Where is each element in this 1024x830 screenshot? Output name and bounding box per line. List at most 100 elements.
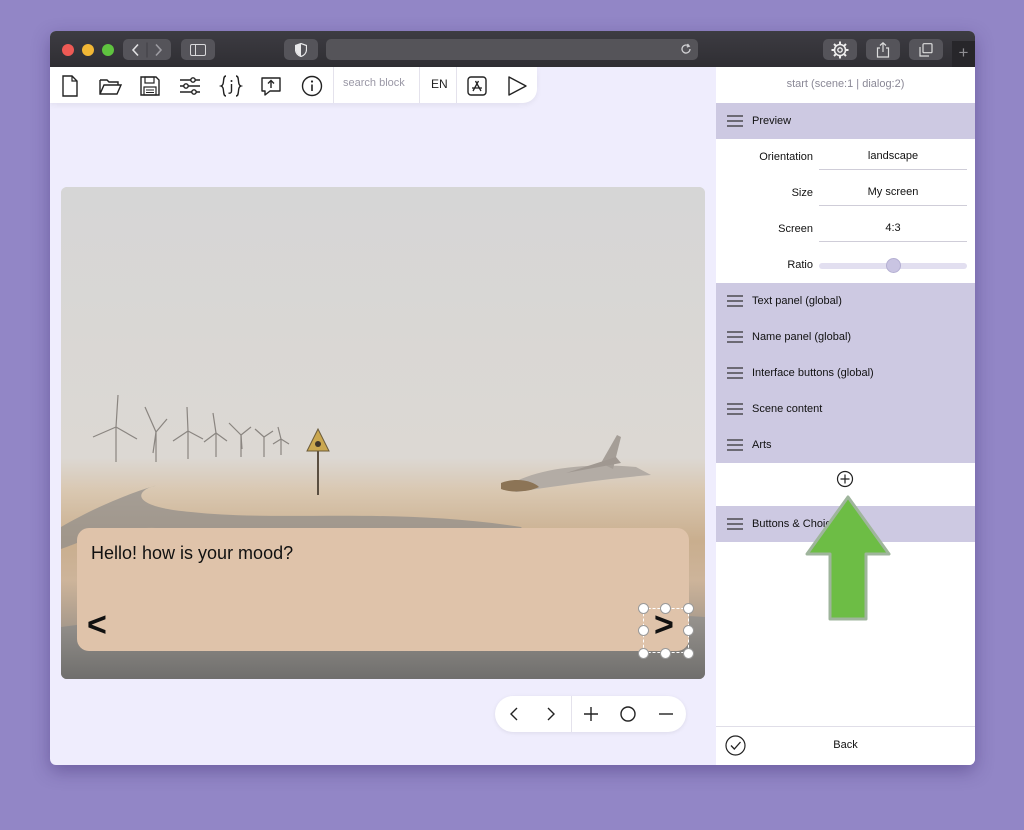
previous-button[interactable]: < — [87, 606, 107, 645]
section-text-panel[interactable]: Text panel (global) — [716, 283, 975, 319]
properties-panel: start (scene:1 | dialog:2) Preview Orien… — [716, 67, 975, 765]
zoom-in-icon[interactable] — [581, 704, 601, 724]
browser-window: + search block EN Hello! how is your moo… — [50, 31, 975, 765]
field-underline — [819, 241, 967, 242]
section-scene-content[interactable]: Scene content — [716, 391, 975, 427]
add-section-icon[interactable] — [836, 470, 854, 488]
menu-icon — [727, 367, 743, 379]
reload-icon[interactable] — [680, 43, 692, 55]
share-icon — [876, 41, 890, 58]
search-block-input[interactable]: search block — [343, 77, 405, 89]
new-file-icon — [62, 75, 78, 97]
screen-row: Screen 4:3 — [716, 211, 975, 247]
play-icon — [508, 76, 527, 96]
dialog-text-panel[interactable]: Hello! how is your mood? < > — [77, 528, 689, 651]
menu-icon — [727, 518, 743, 530]
menu-icon — [727, 115, 743, 127]
share-button[interactable] — [866, 39, 900, 60]
previous-arrow-icon[interactable] — [504, 704, 524, 724]
play-button[interactable] — [504, 73, 530, 99]
sidebar-toggle-button[interactable] — [181, 39, 215, 60]
info-icon — [301, 75, 323, 97]
json-button[interactable] — [218, 73, 244, 99]
resize-handle[interactable] — [638, 603, 649, 614]
toolbar-divider — [333, 67, 334, 103]
save-button[interactable] — [137, 73, 163, 99]
info-button[interactable] — [299, 73, 325, 99]
size-row: Size My screen — [716, 175, 975, 211]
save-icon — [140, 76, 160, 96]
menu-icon — [727, 439, 743, 451]
menu-icon — [727, 403, 743, 415]
ratio-slider[interactable] — [819, 258, 967, 273]
field-underline — [819, 205, 967, 206]
address-bar[interactable] — [326, 39, 698, 60]
orientation-label: Orientation — [759, 151, 813, 163]
extension-button[interactable] — [823, 39, 857, 60]
ratio-row: Ratio — [716, 247, 975, 283]
screen-label: Screen — [778, 223, 813, 235]
open-folder-icon — [99, 79, 123, 95]
section-preview[interactable]: Preview — [716, 103, 975, 139]
orientation-row: Orientation landscape — [716, 139, 975, 175]
close-window-button[interactable] — [62, 44, 74, 56]
panel-footer: Back — [716, 726, 975, 765]
history-nav — [123, 39, 171, 60]
toolbar-divider — [419, 67, 420, 103]
app-store-icon — [467, 76, 487, 96]
controls-divider — [571, 696, 572, 732]
green-up-arrow-annotation — [805, 495, 891, 621]
back-forward-icon[interactable] — [123, 39, 171, 60]
section-label: Arts — [752, 439, 772, 451]
section-label: Name panel (global) — [752, 331, 852, 343]
open-folder-button[interactable] — [97, 73, 123, 99]
editor-toolbar: search block EN — [50, 67, 537, 103]
language-selector[interactable]: EN — [431, 77, 448, 91]
orientation-select[interactable]: landscape — [819, 150, 967, 162]
zoom-out-icon[interactable] — [656, 704, 676, 724]
json-icon — [218, 75, 244, 97]
resize-handle[interactable] — [638, 625, 649, 636]
shield-icon — [295, 42, 307, 57]
export-button[interactable] — [258, 73, 284, 99]
section-arts[interactable]: Arts — [716, 427, 975, 463]
scene-preview[interactable]: Hello! how is your mood? < > — [61, 187, 705, 679]
menu-icon — [727, 295, 743, 307]
minimize-window-button[interactable] — [82, 44, 94, 56]
ratio-label: Ratio — [787, 259, 813, 271]
gear-icon — [831, 41, 849, 58]
section-label: Text panel (global) — [752, 295, 842, 307]
section-interface-buttons[interactable]: Interface buttons (global) — [716, 355, 975, 391]
back-button[interactable]: Back — [716, 739, 975, 751]
section-name-panel[interactable]: Name panel (global) — [716, 319, 975, 355]
resize-handle[interactable] — [683, 603, 694, 614]
size-label: Size — [791, 187, 813, 199]
resize-handle[interactable] — [683, 625, 694, 636]
zoom-reset-icon[interactable] — [618, 704, 638, 724]
screen-select[interactable]: 4:3 — [819, 222, 967, 234]
settings-button[interactable] — [177, 73, 203, 99]
title-bar: + — [50, 31, 975, 67]
field-underline — [819, 169, 967, 170]
sidebar-icon — [190, 43, 206, 56]
upload-icon — [261, 77, 281, 96]
resize-handle[interactable] — [638, 648, 649, 659]
section-label: Interface buttons (global) — [752, 367, 874, 379]
resize-handle[interactable] — [683, 648, 694, 659]
next-arrow-icon[interactable] — [541, 704, 561, 724]
resize-handle[interactable] — [660, 603, 671, 614]
new-file-button[interactable] — [57, 73, 83, 99]
resize-handle[interactable] — [660, 648, 671, 659]
new-tab-button[interactable]: + — [952, 41, 975, 67]
tabs-overview-button[interactable] — [909, 39, 943, 60]
ratio-slider-knob[interactable] — [885, 258, 901, 273]
dialog-text: Hello! how is your mood? — [91, 543, 294, 563]
maximize-window-button[interactable] — [102, 44, 114, 56]
size-select[interactable]: My screen — [819, 186, 967, 198]
menu-icon — [727, 331, 743, 343]
build-button[interactable] — [464, 73, 490, 99]
privacy-shield-button[interactable] — [284, 39, 318, 60]
stage-navigation-controls — [495, 696, 686, 732]
section-label: Scene content — [752, 403, 823, 415]
tabs-icon — [919, 42, 933, 57]
